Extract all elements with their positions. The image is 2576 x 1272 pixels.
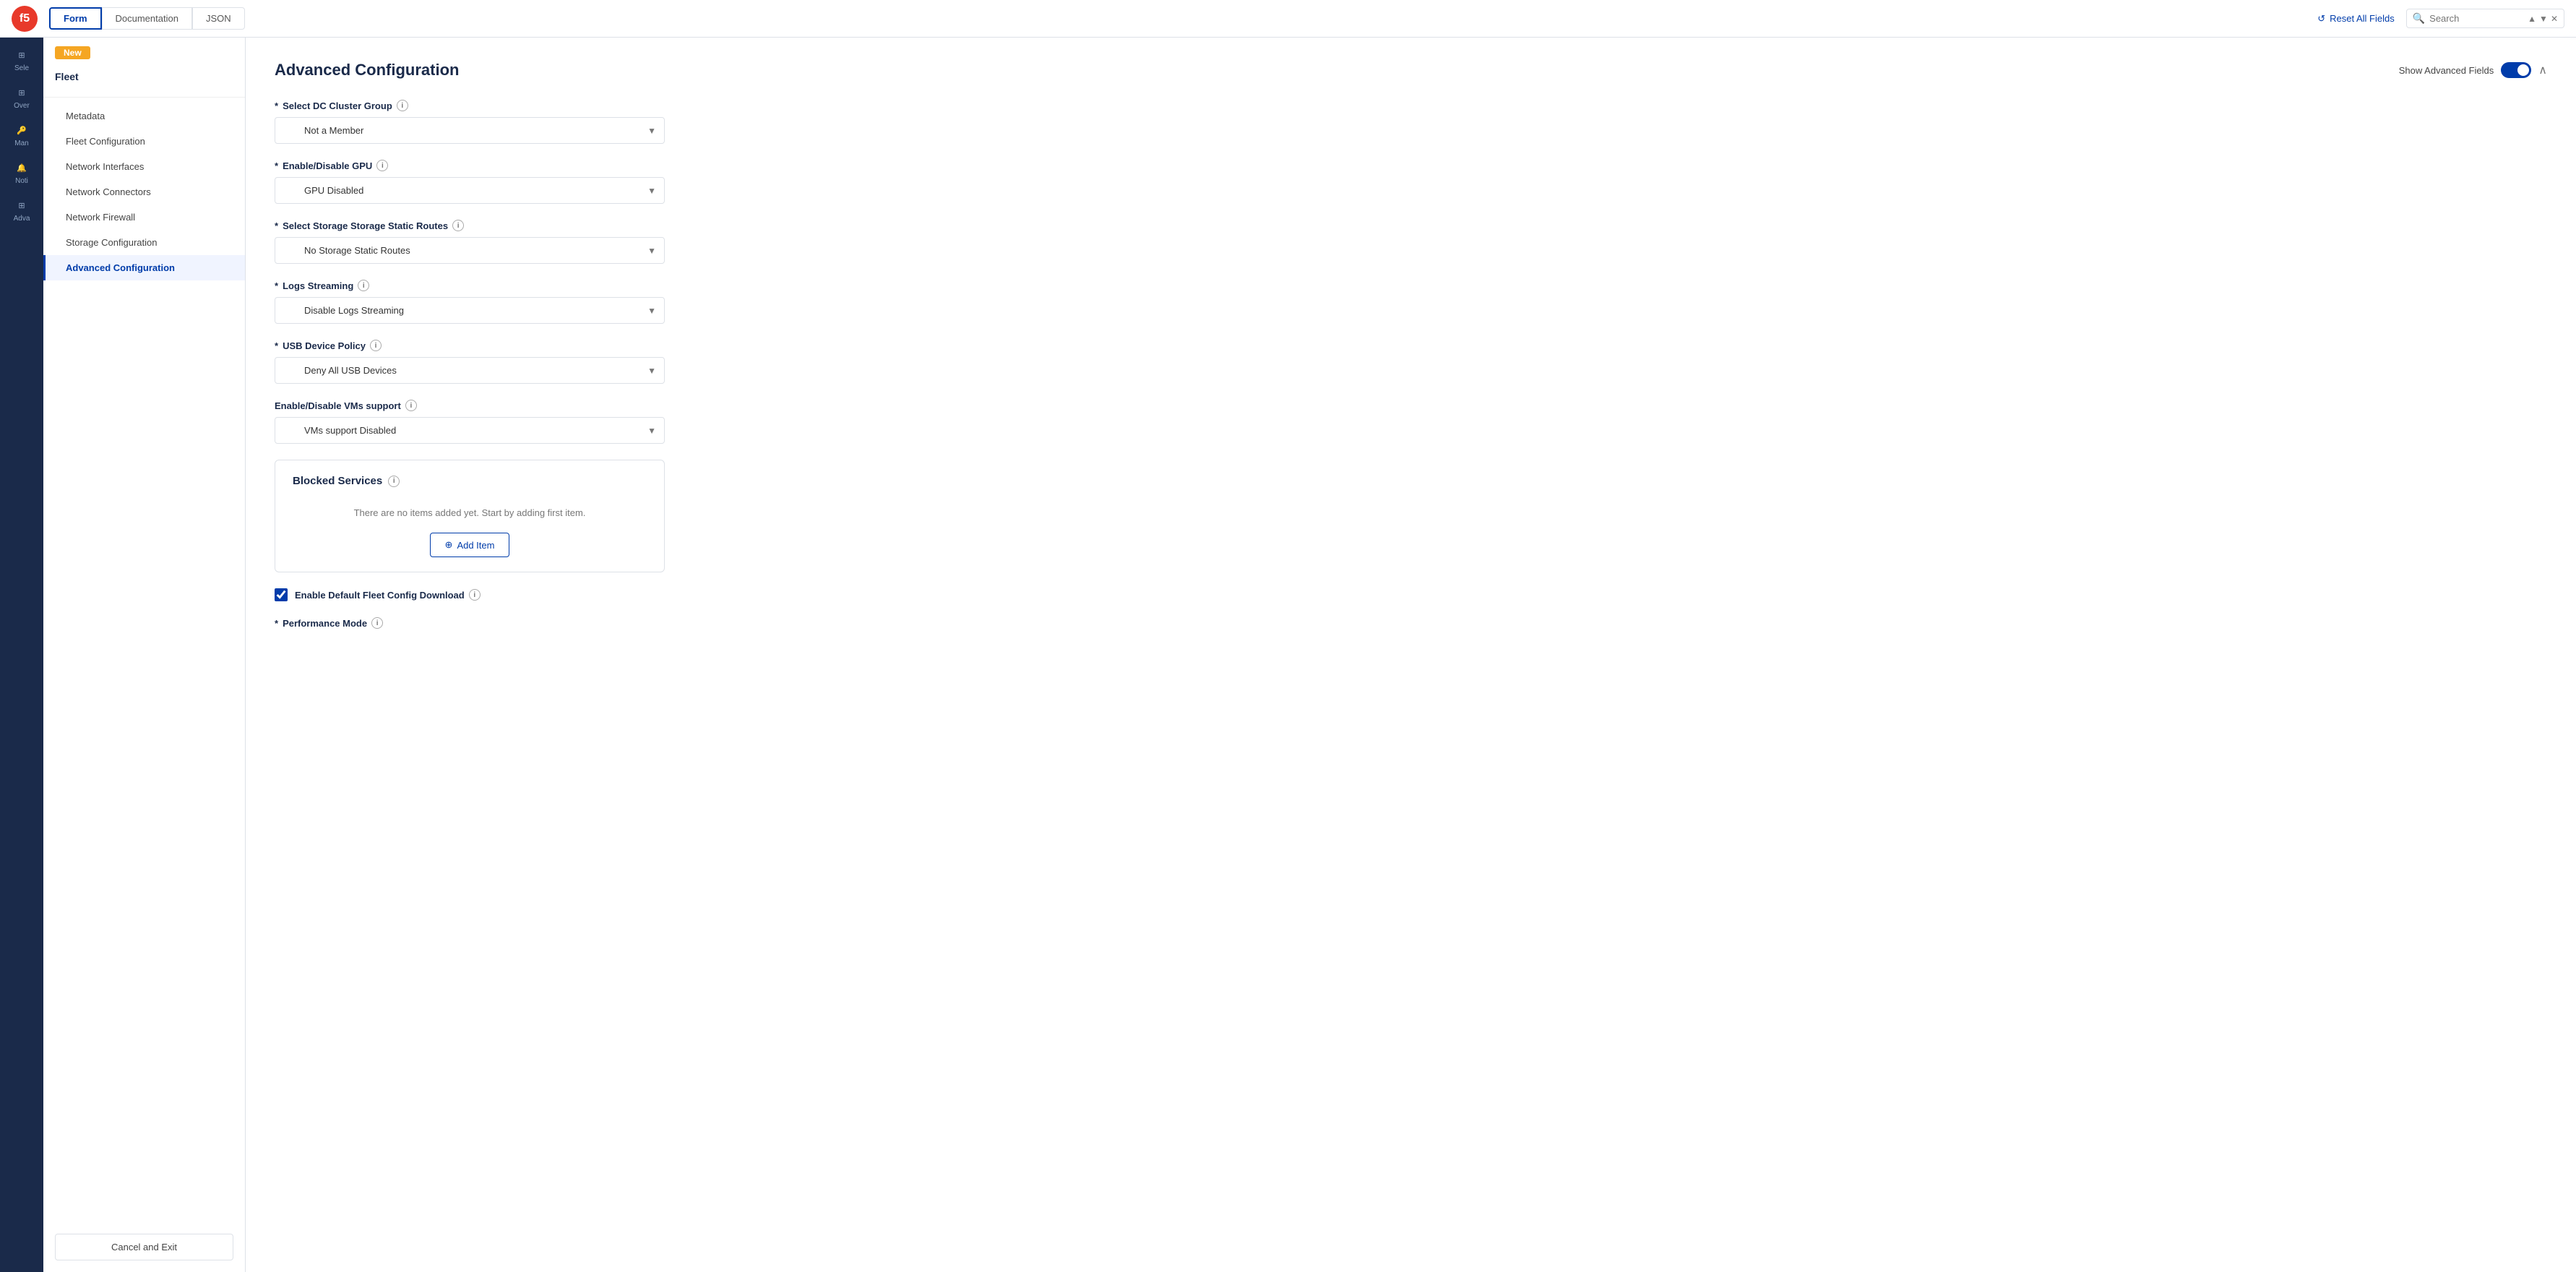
new-badge: New: [55, 46, 90, 59]
logs-streaming-select-wrapper: ⇅ Disable Logs Streaming ▼: [275, 297, 665, 324]
search-up-icon[interactable]: ▲: [2528, 14, 2536, 24]
key-icon: 🔑: [6, 126, 38, 135]
tab-group: Form Documentation JSON: [49, 7, 245, 30]
gpu-select-wrapper: ⇅ GPU Disabled ▼: [275, 177, 665, 204]
search-icon: 🔍: [2413, 12, 2425, 25]
main-content: Advanced Configuration Show Advanced Fie…: [246, 38, 2576, 1272]
sidebar-item-network-firewall[interactable]: Network Firewall: [43, 205, 245, 230]
field-storage-static-routes: * Select Storage Storage Static Routes i…: [275, 220, 2547, 264]
sidebar-item-fleet-configuration[interactable]: Fleet Configuration: [43, 129, 245, 154]
app-layout: ⊞ Sele ⊞ Over 🔑 Man 🔔 Noti ⊞ Adva New Fl…: [0, 38, 2576, 1272]
add-item-button[interactable]: ⊕ Add Item: [430, 533, 510, 557]
dc-cluster-group-select-wrapper: ⇅ Not a Member ▼: [275, 117, 665, 144]
search-close-icon[interactable]: ✕: [2551, 14, 2558, 24]
sidebar-item-metadata[interactable]: Metadata: [43, 103, 245, 129]
usb-device-policy-info-icon[interactable]: i: [370, 340, 382, 351]
grid-icon-3: ⊞: [6, 201, 38, 210]
field-gpu: * Enable/Disable GPU i ⇅ GPU Disabled ▼: [275, 160, 2547, 204]
gpu-info-icon[interactable]: i: [376, 160, 388, 171]
dc-cluster-group-info-icon[interactable]: i: [397, 100, 408, 111]
performance-mode-label: * Performance Mode i: [275, 617, 2547, 629]
vms-support-label: Enable/Disable VMs support i: [275, 400, 2547, 411]
nav-sidebar: New Fleet Metadata Fleet Configuration N…: [43, 38, 246, 1272]
enable-default-fleet-row: Enable Default Fleet Config Download i: [275, 588, 2547, 601]
storage-static-routes-select-wrapper: ⇅ No Storage Static Routes ▼: [275, 237, 665, 264]
reset-all-fields-button[interactable]: ↺ Reset All Fields: [2317, 13, 2395, 25]
blocked-services-info-icon[interactable]: i: [388, 476, 400, 487]
storage-static-routes-info-icon[interactable]: i: [452, 220, 464, 231]
topbar-right: ↺ Reset All Fields 🔍 ▲ ▼ ✕: [2317, 9, 2564, 28]
field-usb-device-policy: * USB Device Policy i ⇅ Deny All USB Dev…: [275, 340, 2547, 384]
add-circle-icon: ⊕: [445, 539, 453, 551]
topbar: f5 Form Documentation JSON ↺ Reset All F…: [0, 0, 2576, 38]
field-vms-support: Enable/Disable VMs support i ⇅ VMs suppo…: [275, 400, 2547, 444]
blocked-services-empty-text: There are no items added yet. Start by a…: [293, 499, 647, 533]
logs-streaming-select[interactable]: Disable Logs Streaming: [275, 297, 665, 324]
vms-support-select[interactable]: VMs support Disabled: [275, 417, 665, 444]
sidebar-item-advanced-configuration[interactable]: Advanced Configuration: [43, 255, 245, 280]
slim-sidebar-item-manage[interactable]: 🔑 Man: [0, 119, 43, 156]
reset-icon: ↺: [2317, 13, 2325, 25]
storage-static-routes-select[interactable]: No Storage Static Routes: [275, 237, 665, 264]
nav-bottom: Cancel and Exit: [43, 1222, 245, 1272]
blocked-services-title: Blocked Services i: [293, 475, 647, 487]
usb-device-policy-select-wrapper: ⇅ Deny All USB Devices ▼: [275, 357, 665, 384]
show-advanced-label: Show Advanced Fields: [2399, 65, 2494, 76]
slim-sidebar-item-noti[interactable]: 🔔 Noti: [0, 156, 43, 194]
search-box: 🔍 ▲ ▼ ✕: [2406, 9, 2564, 28]
nav-divider: [43, 97, 245, 98]
logs-streaming-label: * Logs Streaming i: [275, 280, 2547, 291]
collapse-button[interactable]: ∧: [2538, 63, 2547, 77]
grid-icon: ⊞: [6, 51, 38, 60]
page-title: Advanced Configuration: [275, 61, 459, 80]
slim-sidebar: ⊞ Sele ⊞ Over 🔑 Man 🔔 Noti ⊞ Adva: [0, 38, 43, 1272]
main-header: Advanced Configuration Show Advanced Fie…: [275, 61, 2547, 80]
f5-logo: f5: [12, 6, 38, 32]
search-down-icon[interactable]: ▼: [2539, 14, 2548, 24]
enable-default-fleet-label: Enable Default Fleet Config Download i: [295, 589, 481, 601]
bell-icon: 🔔: [6, 163, 38, 173]
sidebar-item-storage-configuration[interactable]: Storage Configuration: [43, 230, 245, 255]
gpu-label: * Enable/Disable GPU i: [275, 160, 2547, 171]
enable-default-fleet-checkbox[interactable]: [275, 588, 288, 601]
vms-support-info-icon[interactable]: i: [405, 400, 417, 411]
show-advanced-row: Show Advanced Fields ∧: [2399, 62, 2547, 78]
storage-static-routes-label: * Select Storage Storage Static Routes i: [275, 220, 2547, 231]
gpu-select[interactable]: GPU Disabled: [275, 177, 665, 204]
sidebar-item-network-connectors[interactable]: Network Connectors: [43, 179, 245, 205]
search-nav: ▲ ▼ ✕: [2528, 14, 2558, 24]
grid-icon-2: ⊞: [6, 88, 38, 98]
logs-streaming-info-icon[interactable]: i: [358, 280, 369, 291]
dc-cluster-group-label: * Select DC Cluster Group i: [275, 100, 2547, 111]
show-advanced-toggle[interactable]: [2501, 62, 2531, 78]
tab-json[interactable]: JSON: [192, 7, 245, 30]
cancel-exit-button[interactable]: Cancel and Exit: [55, 1234, 233, 1260]
tab-documentation[interactable]: Documentation: [102, 7, 192, 30]
vms-support-select-wrapper: ⇅ VMs support Disabled ▼: [275, 417, 665, 444]
search-input[interactable]: [2429, 13, 2523, 24]
nav-section-title: Fleet: [43, 65, 245, 91]
sidebar-item-network-interfaces[interactable]: Network Interfaces: [43, 154, 245, 179]
field-performance-mode: * Performance Mode i: [275, 617, 2547, 629]
usb-device-policy-label: * USB Device Policy i: [275, 340, 2547, 351]
dc-cluster-group-select[interactable]: Not a Member: [275, 117, 665, 144]
blocked-services-section: Blocked Services i There are no items ad…: [275, 460, 665, 572]
field-logs-streaming: * Logs Streaming i ⇅ Disable Logs Stream…: [275, 280, 2547, 324]
slim-sidebar-item-overview[interactable]: ⊞ Over: [0, 81, 43, 119]
performance-mode-info-icon[interactable]: i: [371, 617, 383, 629]
slim-sidebar-item-home[interactable]: ⊞ Sele: [0, 43, 43, 81]
field-dc-cluster-group: * Select DC Cluster Group i ⇅ Not a Memb…: [275, 100, 2547, 144]
enable-default-fleet-info-icon[interactable]: i: [469, 589, 481, 601]
usb-device-policy-select[interactable]: Deny All USB Devices: [275, 357, 665, 384]
tab-form[interactable]: Form: [49, 7, 102, 30]
slim-sidebar-item-advanced[interactable]: ⊞ Adva: [0, 194, 43, 231]
